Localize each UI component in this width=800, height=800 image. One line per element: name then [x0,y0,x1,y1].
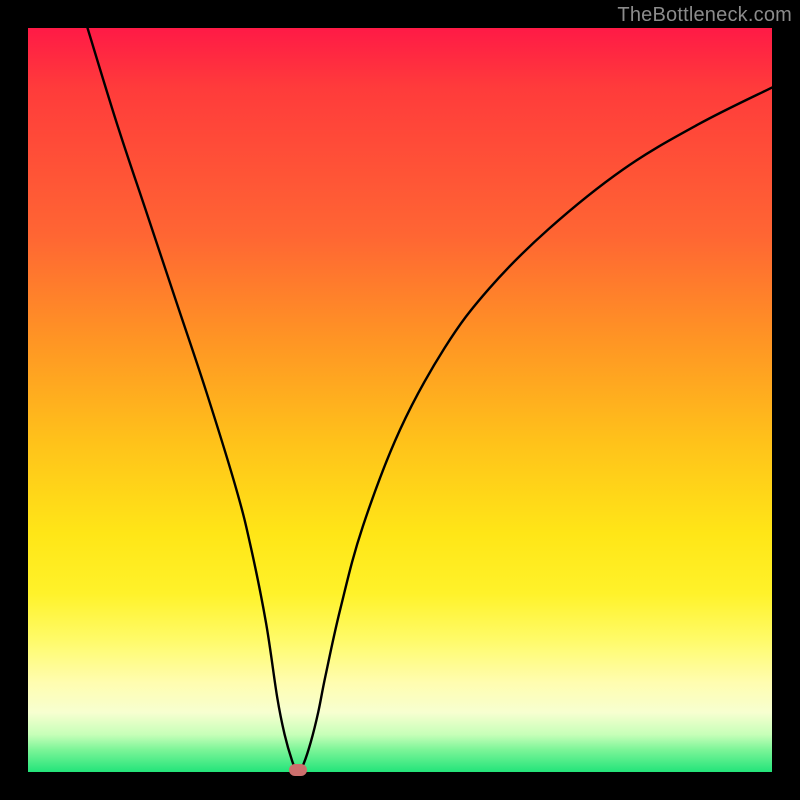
chart-frame: TheBottleneck.com [0,0,800,800]
sweet-spot-marker [289,764,307,776]
watermark-text: TheBottleneck.com [617,4,792,27]
bottleneck-curve [28,28,772,772]
plot-area [28,28,772,772]
